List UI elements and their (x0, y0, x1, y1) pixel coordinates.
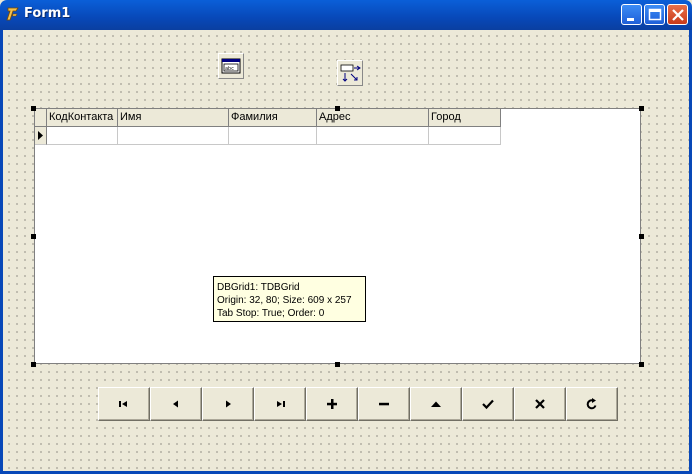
svg-text:abc: abc (225, 66, 234, 72)
resize-handle-ne[interactable] (639, 106, 644, 111)
nav-delete-button[interactable] (358, 387, 410, 421)
window-title: Form1 (24, 6, 71, 21)
current-row-arrow-icon (38, 131, 43, 140)
minimize-icon (627, 18, 634, 21)
query-glyph-icon (340, 64, 361, 82)
table-cell[interactable] (429, 127, 501, 145)
table-row[interactable] (35, 127, 501, 145)
tooltip-line-name: DBGrid1: TDBGrid (217, 282, 300, 293)
row-indicator (35, 127, 47, 145)
maximize-icon (648, 8, 662, 21)
nav-next-button[interactable] (202, 387, 254, 421)
nav-cancel-button[interactable] (514, 387, 566, 421)
tooltip-line-origin: Origin: 32, 80; Size: 609 x 257 (217, 295, 352, 306)
grid-corner-cell (35, 109, 47, 127)
grid-header: КодКонтакта Имя Фамилия Адрес Город (35, 109, 501, 127)
table-cell[interactable] (47, 127, 118, 145)
resize-handle-w[interactable] (31, 234, 36, 239)
resize-handle-nw[interactable] (31, 106, 36, 111)
nav-post-button[interactable] (462, 387, 514, 421)
prior-record-icon (173, 400, 178, 408)
resize-handle-se[interactable] (639, 362, 644, 367)
query-icon[interactable] (337, 60, 363, 86)
tooltip-line-tabstop: Tab Stop: True; Order: 0 (217, 308, 325, 319)
column-header-gorod[interactable]: Город (429, 109, 501, 127)
table-cell[interactable] (229, 127, 317, 145)
checkmark-icon (482, 399, 494, 410)
column-header-adres[interactable]: Адрес (317, 109, 429, 127)
refresh-icon (586, 398, 597, 410)
column-header-imya[interactable]: Имя (118, 109, 229, 127)
up-triangle-icon (431, 401, 441, 407)
resize-handle-s[interactable] (335, 362, 340, 367)
db-grid[interactable]: КодКонтакта Имя Фамилия Адрес Город (34, 108, 641, 364)
next-record-icon (226, 400, 231, 408)
close-button[interactable] (667, 4, 688, 25)
table-cell[interactable] (118, 127, 229, 145)
column-header-kodkontakta[interactable]: КодКонтакта (47, 109, 118, 127)
close-icon (672, 9, 684, 21)
minus-icon (379, 402, 389, 406)
minimize-button[interactable] (621, 4, 642, 25)
datasource-icon[interactable]: abc (218, 53, 244, 79)
resize-handle-n[interactable] (335, 106, 340, 111)
nav-last-button[interactable] (254, 387, 306, 421)
cancel-x-icon (535, 399, 545, 409)
plus-icon (327, 399, 337, 409)
datasource-glyph-icon: abc (221, 58, 241, 74)
first-record-icon (119, 401, 127, 407)
resize-handle-sw[interactable] (31, 362, 36, 367)
nav-edit-button[interactable] (410, 387, 462, 421)
delphi-app-icon (6, 7, 19, 21)
last-record-icon (277, 401, 285, 407)
nav-refresh-button[interactable] (566, 387, 618, 421)
nav-prior-button[interactable] (150, 387, 202, 421)
column-header-familiya[interactable]: Фамилия (229, 109, 317, 127)
table-cell[interactable] (317, 127, 429, 145)
maximize-button[interactable] (644, 4, 665, 25)
title-bar[interactable]: Form1 (0, 0, 692, 30)
form-window: Form1 abc КодКонтакта Имя Фамилия Адрес … (0, 0, 692, 474)
component-hint-tooltip: DBGrid1: TDBGrid Origin: 32, 80; Size: 6… (213, 276, 366, 322)
nav-insert-button[interactable] (306, 387, 358, 421)
nav-first-button[interactable] (98, 387, 150, 421)
resize-handle-e[interactable] (639, 234, 644, 239)
db-navigator (98, 387, 618, 421)
